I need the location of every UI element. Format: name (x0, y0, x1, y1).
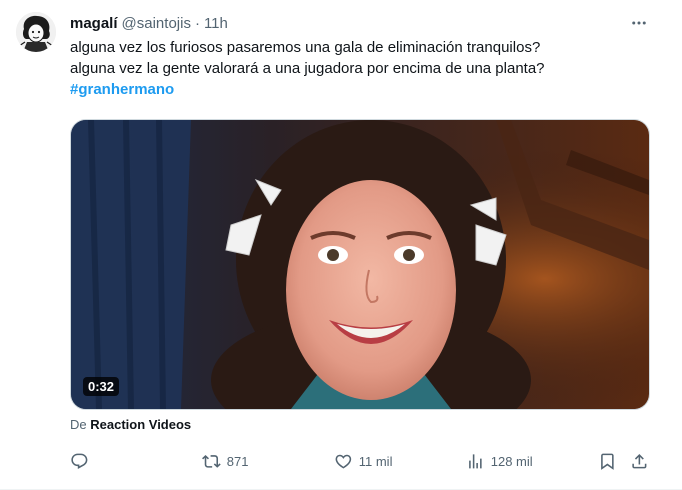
more-dots-icon (632, 21, 646, 25)
reply-button[interactable] (70, 448, 95, 474)
like-button[interactable]: 11 mil (334, 448, 392, 474)
retweet-icon (202, 454, 221, 468)
tweet-text-line: alguna vez los furiosos pasaremos una ga… (70, 39, 541, 56)
retweet-count: 871 (226, 453, 249, 469)
hashtag-link[interactable]: #granhermano (70, 79, 660, 100)
views-count: 128 mil (490, 453, 533, 469)
share-button[interactable] (630, 448, 649, 474)
bookmark-button[interactable] (598, 448, 617, 474)
avatar[interactable] (16, 12, 56, 52)
tweet-text-line: alguna vez la gente valorará a una jugad… (70, 60, 545, 77)
heart-icon (335, 454, 352, 469)
views-icon (469, 453, 482, 469)
video-player[interactable]: 0:32 (70, 119, 650, 410)
tweet-action-bar: 871 11 mil 128 mil (70, 448, 660, 474)
share-icon (632, 453, 647, 469)
more-options-button[interactable] (622, 10, 656, 36)
header-separator: · (194, 14, 200, 32)
tweet-card[interactable]: magalí @saintojis · 11h alguna vez los f… (0, 0, 682, 490)
reply-icon (71, 453, 88, 469)
tweet-timestamp[interactable]: 11h (204, 15, 228, 32)
video-duration-badge: 0:32 (83, 377, 120, 396)
video-source-attribution: De Reaction Videos (70, 417, 191, 432)
like-count: 11 mil (358, 453, 393, 469)
video-thumbnail (71, 120, 649, 409)
views-button[interactable]: 128 mil (466, 448, 533, 474)
avatar-illustration (16, 12, 56, 52)
tweet-header: magalí @saintojis · 11h (70, 12, 228, 34)
bookmark-icon (601, 453, 614, 470)
retweet-button[interactable]: 871 (202, 448, 248, 474)
source-account-link[interactable]: Reaction Videos (90, 417, 191, 432)
source-prefix: De (70, 417, 87, 432)
author-display-name[interactable]: magalí (70, 15, 118, 32)
author-handle[interactable]: @saintojis (122, 15, 191, 32)
tweet-text: alguna vez los furiosos pasaremos una ga… (70, 37, 660, 100)
